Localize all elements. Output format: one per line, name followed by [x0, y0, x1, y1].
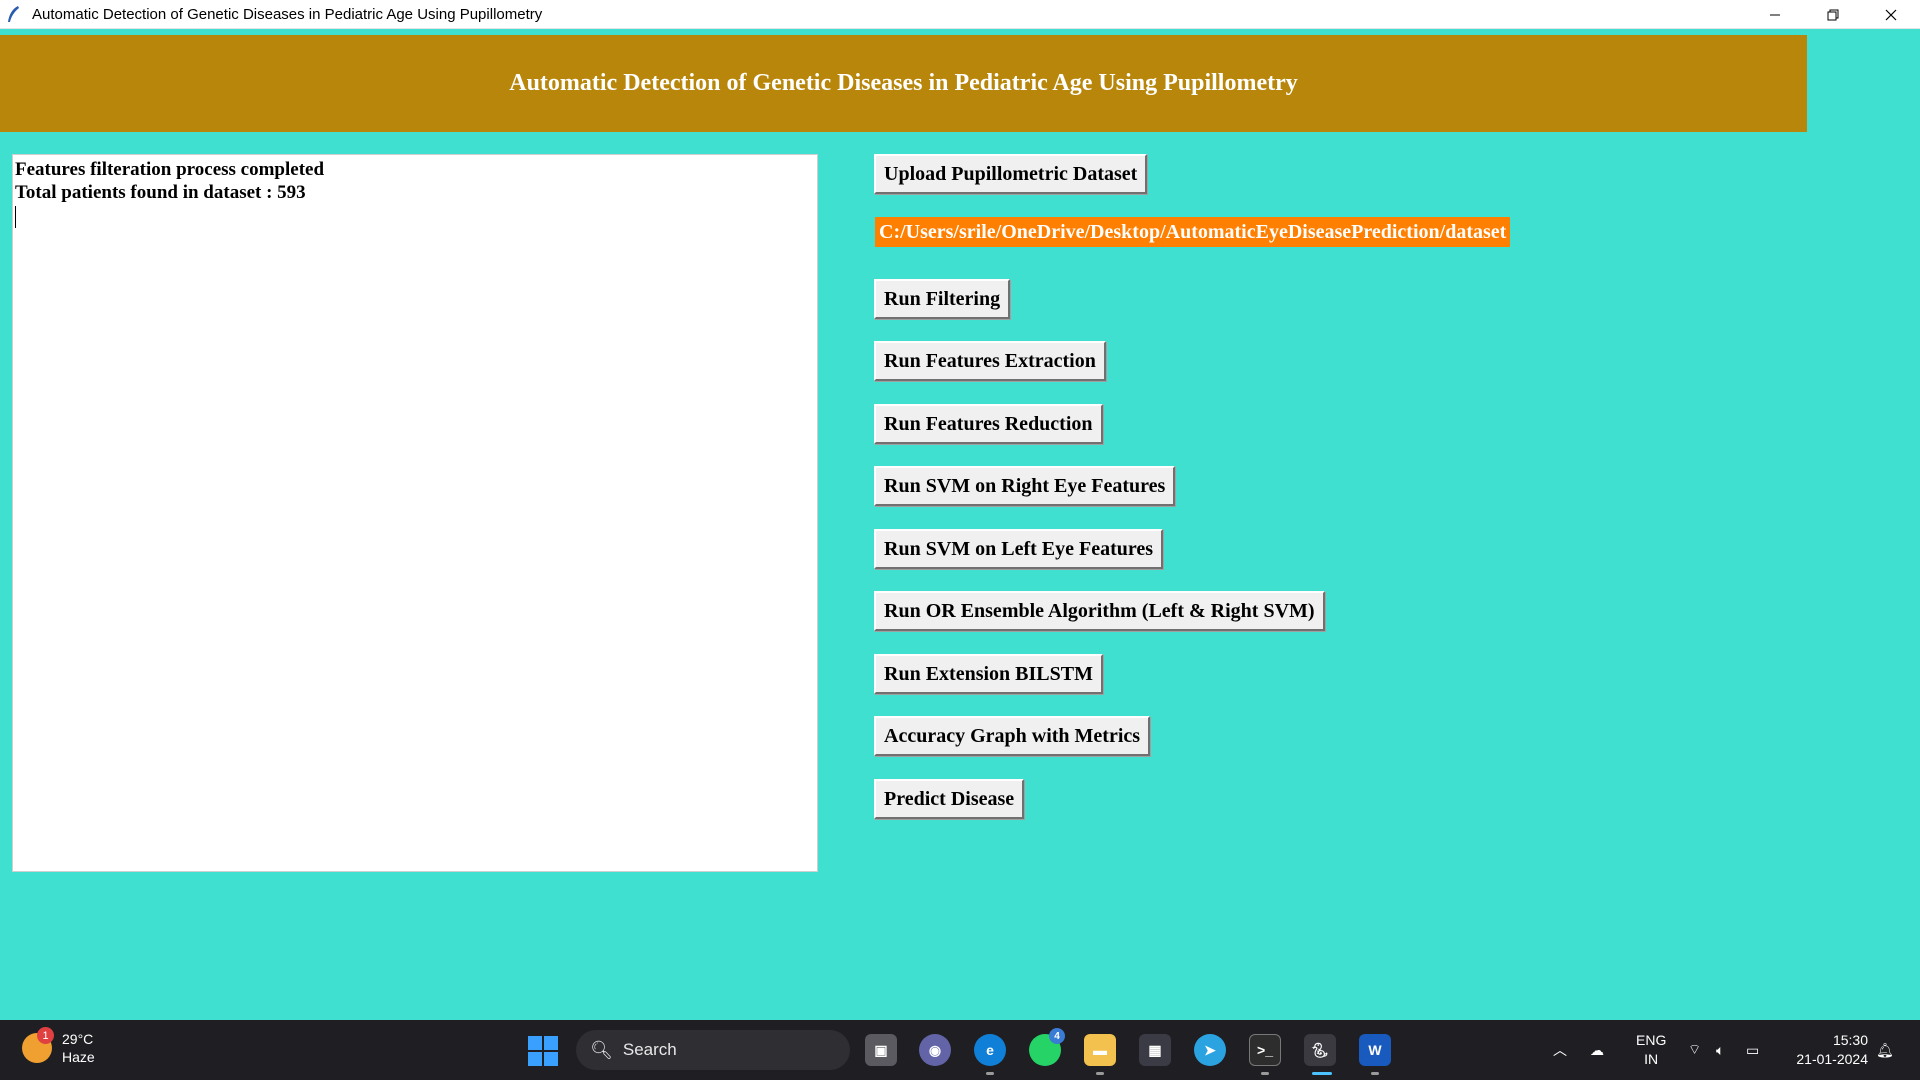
whatsapp-badge: 4	[1049, 1028, 1065, 1044]
terminal-icon[interactable]: >_	[1249, 1034, 1281, 1066]
run-or-ensemble-button[interactable]: Run OR Ensemble Algorithm (Left & Right …	[874, 591, 1325, 631]
run-features-reduction-button[interactable]: Run Features Reduction	[874, 404, 1103, 444]
output-line: Total patients found in dataset : 593	[15, 182, 306, 203]
app-window: Automatic Detection of Genetic Diseases …	[0, 30, 1920, 1020]
python-app-icon[interactable]: 🐍︎	[1304, 1034, 1336, 1066]
onedrive-status-icon[interactable]: ☁	[1590, 1020, 1604, 1080]
file-explorer-icon[interactable]: ▬	[1084, 1034, 1116, 1066]
run-svm-right-eye-button[interactable]: Run SVM on Right Eye Features	[874, 466, 1176, 506]
weather-description: Haze	[62, 1049, 95, 1065]
output-text-area[interactable]: Features filteration process completed T…	[12, 154, 818, 872]
clock-date: 21-01-2024	[1796, 1051, 1868, 1067]
restore-icon	[1827, 9, 1839, 20]
chevron-up-icon: ︿	[1553, 1042, 1567, 1058]
accuracy-graph-button[interactable]: Accuracy Graph with Metrics	[874, 716, 1151, 756]
region-code: IN	[1644, 1051, 1659, 1067]
text-caret	[15, 206, 16, 228]
upload-dataset-button[interactable]: Upload Pupillometric Dataset	[874, 154, 1148, 194]
run-features-extraction-button[interactable]: Run Features Extraction	[874, 341, 1106, 381]
wifi-icon[interactable]: ⌔	[1688, 1020, 1701, 1080]
run-svm-left-eye-button[interactable]: Run SVM on Left Eye Features	[874, 529, 1164, 569]
dataset-path-label: C:/Users/srile/OneDrive/Desktop/Automati…	[875, 217, 1511, 247]
app-heading-text: Automatic Detection of Genetic Diseases …	[509, 70, 1298, 96]
notification-bell-icon[interactable]: 🔔︎	[1876, 1020, 1894, 1080]
minimize-button[interactable]	[1746, 0, 1804, 29]
close-button[interactable]	[1862, 0, 1920, 29]
minimize-icon	[1770, 14, 1780, 15]
taskbar: 1 29°C Haze 🔍︎ Search ▣ ◉ e 4 ▬ ▦ ➤ >_ 🐍…	[0, 1020, 1920, 1080]
close-icon	[1885, 9, 1897, 20]
feather-app-icon	[8, 6, 19, 22]
battery-icon[interactable]: ▭	[1746, 1020, 1759, 1080]
output-line: Features filteration process completed	[15, 159, 325, 180]
task-view-icon[interactable]: ▣	[865, 1034, 897, 1066]
window-titlebar: Automatic Detection of Genetic Diseases …	[0, 0, 1920, 29]
restore-button[interactable]	[1804, 0, 1862, 29]
app-heading: Automatic Detection of Genetic Diseases …	[0, 35, 1807, 132]
taskbar-search[interactable]: 🔍︎ Search	[576, 1030, 850, 1070]
weather-badge: 1	[37, 1027, 54, 1044]
search-label: Search	[622, 1040, 677, 1059]
volume-icon[interactable]: 🔈︎	[1716, 1020, 1724, 1080]
language-indicator[interactable]: ENG IN	[1636, 1031, 1666, 1069]
language-code: ENG	[1636, 1032, 1667, 1048]
clock[interactable]: 15:30 21-01-2024	[1796, 1031, 1868, 1069]
run-filtering-button[interactable]: Run Filtering	[874, 279, 1011, 319]
word-icon[interactable]: W	[1359, 1034, 1391, 1066]
run-extension-bilstm-button[interactable]: Run Extension BILSTM	[874, 654, 1103, 694]
windows-logo-icon	[528, 1036, 542, 1050]
weather-widget[interactable]: 1 29°C Haze	[22, 1027, 95, 1066]
microsoft-store-icon[interactable]: ▦	[1139, 1034, 1171, 1066]
search-icon: 🔍︎	[590, 1039, 613, 1060]
clock-time: 15:30	[1832, 1032, 1868, 1048]
window-title: Automatic Detection of Genetic Diseases …	[32, 5, 543, 23]
teams-chat-icon[interactable]: ◉	[919, 1034, 951, 1066]
show-hidden-icons-button[interactable]: ︿	[1553, 1020, 1567, 1080]
weather-temperature: 29°C	[62, 1031, 94, 1047]
weather-sun-icon: 1	[22, 1027, 54, 1063]
telegram-icon[interactable]: ➤	[1194, 1034, 1226, 1066]
whatsapp-icon[interactable]: 4	[1029, 1028, 1065, 1066]
predict-disease-button[interactable]: Predict Disease	[874, 779, 1025, 819]
start-button[interactable]	[528, 1036, 558, 1066]
window-controls	[1746, 0, 1920, 29]
edge-browser-icon[interactable]: e	[974, 1034, 1006, 1066]
